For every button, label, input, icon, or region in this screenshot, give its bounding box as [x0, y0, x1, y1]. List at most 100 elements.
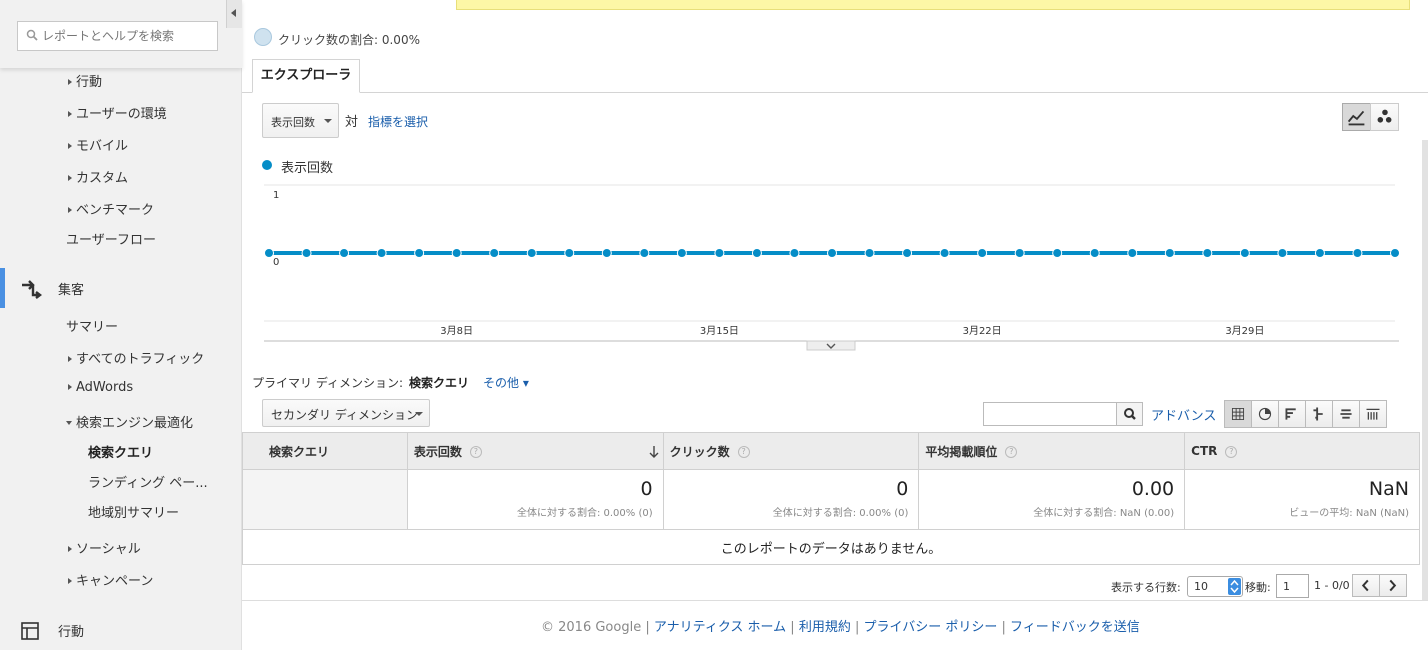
acquisition-icon	[22, 280, 42, 299]
data-table: 検索クエリ 表示回数? クリック数? 平均掲載順位? CTR? 0 全体に対する割…	[242, 432, 1420, 565]
data-point	[1127, 248, 1138, 258]
data-point	[902, 248, 913, 258]
y-tick-label: 0	[273, 257, 279, 268]
sidebar-item-summary[interactable]: サマリー	[66, 316, 118, 335]
chevron-right-icon	[1389, 579, 1397, 592]
x-tick-label: 3月22日	[963, 325, 1002, 337]
pick-metric-link[interactable]: 指標を選択	[368, 113, 428, 130]
pie-view-button[interactable]	[1251, 400, 1279, 428]
sidebar-item-all-traffic[interactable]: すべてのトラフィック	[68, 348, 204, 367]
footer-link-analytics-home[interactable]: アナリティクス ホーム	[654, 620, 786, 635]
sidebar-item-geo-summary[interactable]: 地域別サマリー	[88, 502, 179, 521]
totals-label-cell	[242, 469, 408, 530]
footer-link-terms[interactable]: 利用規約	[799, 620, 851, 635]
sidebar-item-behavior[interactable]: 行動	[68, 71, 102, 90]
table-search-field[interactable]	[983, 402, 1143, 426]
footer-link-privacy[interactable]: プライバシー ポリシー	[864, 620, 998, 635]
footer-divider	[242, 600, 1428, 601]
expand-arrow-icon	[68, 355, 72, 362]
data-point	[1014, 248, 1025, 258]
sidebar-collapse-button[interactable]	[226, 0, 242, 28]
sidebar-item-technology[interactable]: ユーザーの環境	[68, 103, 167, 122]
data-point	[714, 248, 725, 258]
sort-desc-icon	[649, 446, 659, 458]
help-icon[interactable]: ?	[737, 446, 750, 458]
search-icon	[26, 29, 38, 41]
motion-chart-toggle[interactable]	[1370, 103, 1399, 131]
next-page-button[interactable]	[1379, 574, 1407, 597]
secondary-dimension-select[interactable]: セカンダリ ディメンション	[262, 399, 430, 427]
report-search-input[interactable]	[42, 26, 212, 46]
column-header-avg-position[interactable]: 平均掲載順位?	[918, 432, 1186, 470]
expand-arrow-icon	[68, 78, 72, 85]
data-point	[1089, 248, 1100, 258]
expand-arrow-icon	[68, 142, 72, 149]
column-header-clicks[interactable]: クリック数?	[662, 432, 920, 470]
sidebar-section-behavior[interactable]: 行動	[0, 610, 242, 650]
data-point	[564, 248, 575, 258]
sidebar-item-adwords[interactable]: AdWords	[68, 380, 133, 395]
comparison-view-button[interactable]	[1305, 400, 1333, 428]
sidebar-section-label: 集客	[58, 283, 85, 298]
legend-label: 表示回数	[281, 161, 334, 176]
advanced-filter-link[interactable]: アドバンス	[1151, 405, 1216, 424]
footer-link-feedback[interactable]: フィードバックを送信	[1010, 620, 1140, 635]
expand-arrow-icon	[68, 383, 72, 390]
report-main: クリック数の割合: 0.00% エクスプローラ 表示回数 対 指標を選択 表示回…	[242, 0, 1428, 650]
totals-ctr: NaN ビューの平均: NaN (NaN)	[1184, 469, 1420, 530]
goto-page-input[interactable]: 1	[1276, 574, 1309, 598]
spinner-arrows-icon	[1228, 578, 1241, 595]
tab-explorer[interactable]: エクスプローラ	[252, 59, 360, 93]
sidebar-item-user-flow[interactable]: ユーザーフロー	[66, 229, 156, 248]
sidebar-item-campaigns[interactable]: キャンペーン	[68, 570, 153, 589]
data-point	[264, 248, 274, 258]
sidebar-item-custom[interactable]: カスタム	[68, 167, 128, 186]
rows-per-page-select[interactable]: 10	[1187, 576, 1243, 597]
previous-page-button[interactable]	[1352, 574, 1380, 597]
sidebar-item-seo[interactable]: 検索エンジン最適化	[66, 412, 193, 431]
sidebar-section-acquisition[interactable]: 集客	[0, 268, 242, 308]
collapse-arrow-icon	[66, 420, 72, 425]
scrollbar[interactable]	[1422, 140, 1428, 600]
sidebar-item-search-queries[interactable]: 検索クエリ	[88, 442, 153, 461]
table-view-button[interactable]	[1224, 400, 1252, 428]
data-point	[1390, 248, 1400, 258]
data-point	[451, 248, 462, 258]
column-header-query[interactable]: 検索クエリ	[242, 432, 408, 470]
x-tick-label: 3月29日	[1225, 325, 1264, 337]
column-header-impressions[interactable]: 表示回数?	[406, 432, 664, 470]
data-point	[751, 248, 762, 258]
data-point	[1164, 248, 1175, 258]
column-header-ctr[interactable]: CTR?	[1184, 432, 1420, 470]
line-chart-toggle[interactable]	[1342, 103, 1371, 131]
report-search-field[interactable]	[17, 21, 218, 51]
grid-table-icon	[1231, 407, 1245, 421]
data-point	[339, 248, 350, 258]
term-cloud-view-button[interactable]	[1332, 400, 1360, 428]
table-view-switcher	[1224, 400, 1387, 428]
notice-banner	[456, 0, 1410, 10]
sidebar-item-benchmark[interactable]: ベンチマーク	[68, 199, 154, 218]
comparison-icon	[1313, 407, 1323, 421]
totals-clicks: 0 全体に対する割合: 0.00% (0)	[662, 469, 920, 530]
data-point	[376, 248, 387, 258]
totals-row: 0 全体に対する割合: 0.00% (0) 0 全体に対する割合: 0.00% (0…	[242, 469, 1420, 530]
term-cloud-icon	[1340, 409, 1352, 419]
metric-select[interactable]: 表示回数	[262, 103, 339, 138]
sidebar-item-landing-pages[interactable]: ランディング ペー...	[88, 472, 208, 491]
help-icon[interactable]: ?	[1225, 445, 1238, 458]
performance-view-button[interactable]	[1278, 400, 1306, 428]
active-indicator	[0, 268, 5, 308]
table-search-button[interactable]	[1116, 403, 1142, 425]
sidebar-item-mobile[interactable]: モバイル	[68, 135, 128, 154]
sidebar-item-social[interactable]: ソーシャル	[68, 538, 141, 557]
data-point	[1314, 248, 1325, 258]
pivot-table-icon	[1366, 408, 1380, 420]
empty-message: このレポートのデータはありません。	[242, 529, 1420, 565]
help-icon[interactable]: ?	[469, 446, 482, 458]
pivot-view-button[interactable]	[1359, 400, 1387, 428]
x-tick-label: 3月8日	[440, 325, 473, 337]
data-point	[639, 248, 650, 258]
other-dimension-link[interactable]: その他 ▾	[483, 376, 529, 390]
help-icon[interactable]: ?	[1005, 446, 1018, 458]
